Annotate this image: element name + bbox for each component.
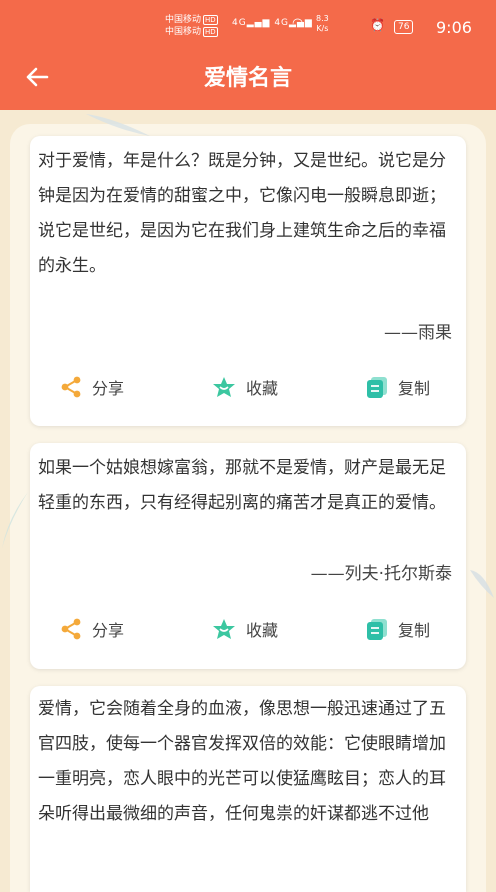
copy-label: 复制 (398, 621, 431, 640)
quote-author: ——雨果 (384, 323, 452, 343)
hd-badge: HD (203, 15, 218, 25)
share-icon (61, 376, 81, 398)
speed-unit: K/s (316, 24, 329, 33)
share-label: 分享 (92, 621, 125, 640)
network-label: 4G (232, 18, 247, 28)
hd-badge-2: HD (203, 27, 218, 37)
quote-card: 如果一个姑娘想嫁富翁，那就不是爱情，财产是最无足轻重的东西，只有经得起别离的痛苦… (30, 443, 466, 669)
star-icon (213, 619, 235, 639)
quote-text: 对于爱情，年是什么？既是分钟，又是世纪。说它是分钟是因为在爱情的甜蜜之中，它像闪… (38, 151, 446, 276)
carrier-1-label: 中国移动 (165, 15, 202, 25)
app-header: 中国移动 HD 中国移动 HD 4G▂▄▆ 4G▂▄▆ ◠ 8.3 K/s ⏰ 76… (0, 0, 496, 110)
speed-value: 8.3 (316, 14, 329, 23)
status-bar: 中国移动 HD 中国移动 HD 4G▂▄▆ 4G▂▄▆ ◠ 8.3 K/s ⏰ 76… (0, 0, 496, 50)
quote-author: ——列夫·托尔斯泰 (310, 564, 452, 584)
carrier-2-label: 中国移动 (165, 27, 202, 37)
page-title: 爱情名言 (203, 66, 292, 91)
star-icon (213, 377, 235, 397)
petal-decoration-icon (470, 570, 494, 598)
network-label-2: 4G (274, 18, 290, 28)
share-label: 分享 (92, 379, 125, 398)
share-button[interactable]: 分享 (60, 614, 124, 644)
copy-icon (367, 377, 387, 398)
petal-decoration-icon (2, 492, 28, 548)
favorite-label: 收藏 (246, 621, 279, 640)
favorite-button[interactable]: 收藏 (212, 614, 278, 644)
battery-level: 76 (398, 22, 410, 32)
quote-card: 对于爱情，年是什么？既是分钟，又是世纪。说它是分钟是因为在爱情的甜蜜之中，它像闪… (30, 136, 466, 426)
battery-icon: 76 (394, 20, 414, 34)
network-speed: 8.3 K/s (316, 14, 329, 34)
wifi-icon: ◠ (292, 16, 304, 31)
copy-button[interactable]: 复制 (366, 372, 430, 402)
favorite-label: 收藏 (246, 379, 279, 398)
carrier-info: 中国移动 HD 中国移动 HD (165, 14, 218, 38)
copy-label: 复制 (398, 379, 431, 398)
status-time: 9:06 (436, 18, 472, 37)
quote-text: 爱情，它会随着全身的血液，像思想一般迅速通过了五官四肢，使每一个器官发挥双倍的效… (38, 699, 446, 824)
copy-icon (367, 619, 387, 640)
quote-card: 爱情，它会随着全身的血液，像思想一般迅速通过了五官四肢，使每一个器官发挥双倍的效… (30, 686, 466, 892)
quote-text: 如果一个姑娘想嫁富翁，那就不是爱情，财产是最无足轻重的东西，只有经得起别离的痛苦… (38, 458, 446, 513)
favorite-button[interactable]: 收藏 (212, 372, 278, 402)
share-button[interactable]: 分享 (60, 372, 124, 402)
share-icon (61, 618, 81, 640)
alarm-icon: ⏰ (370, 18, 385, 32)
copy-button[interactable]: 复制 (366, 614, 430, 644)
